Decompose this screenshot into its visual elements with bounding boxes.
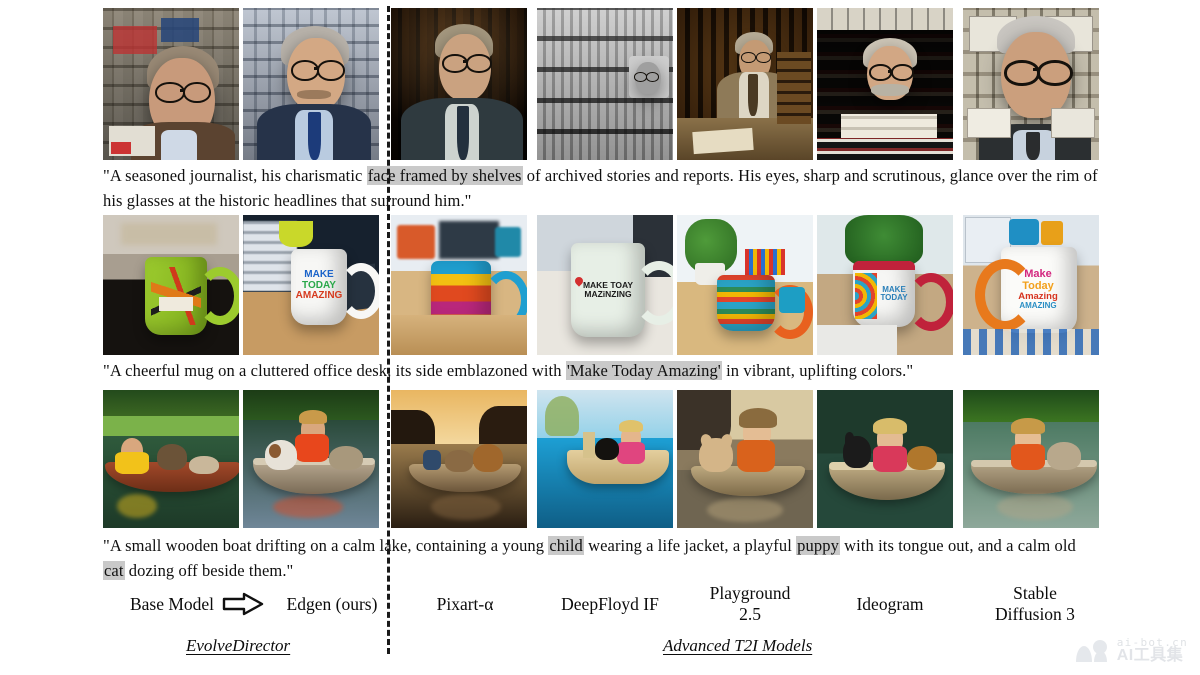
caption-mug: "A cheerful mug on a cluttered office de… <box>103 358 1101 383</box>
image-cell-boat-pixart-alpha[interactable] <box>391 390 527 528</box>
watermark-logo-icon <box>1074 638 1110 664</box>
image-cell-boat-base-model[interactable] <box>103 390 239 528</box>
image-cell-boat-deepfloyd-if[interactable] <box>537 390 673 528</box>
column-label-sd3-line2: Diffusion 3 <box>995 604 1075 624</box>
image-cell-journalist-playground-25[interactable] <box>677 8 813 160</box>
caption-highlight: 'Make Today Amazing' <box>565 361 722 380</box>
image-cell-mug-edgen-ours[interactable]: MAKE TODAY AMAZING <box>243 215 379 355</box>
caption-text-part: wearing a life jacket, a playful <box>583 536 797 555</box>
caption-text-part: "A seasoned journalist, his charismatic <box>103 166 367 185</box>
caption-text-part: in vibrant, uplifting colors." <box>721 361 914 380</box>
caption-journalist: "A seasoned journalist, his charismatic … <box>103 163 1101 213</box>
caption-highlight: cat <box>103 561 125 580</box>
caption-boat: "A small wooden boat drifting on a calm … <box>103 533 1101 583</box>
caption-text-part: with its tongue out, and a calm old <box>839 536 1076 555</box>
image-cell-journalist-pixart-alpha[interactable] <box>391 8 527 160</box>
image-cell-mug-deepfloyd-if[interactable]: MAKE TOAY MAZiNZING <box>537 215 673 355</box>
watermark: ai-bot.cn AI工具集 <box>1074 637 1188 665</box>
watermark-line2: AI工具集 <box>1116 647 1184 665</box>
column-label-row: Base Model Edgen (ours) Pixart-α DeepFlo… <box>0 583 1200 648</box>
image-row-mug: MAKE TODAY AMAZING MAKE TOAY MAZiNZING M… <box>103 215 1099 355</box>
group-label-advanced-t2i-models: Advanced T2I Models <box>663 636 813 655</box>
column-label-stable-diffusion-3: Stable Diffusion 3 <box>955 583 1115 625</box>
column-label-playground-line2: 2.5 <box>739 604 761 624</box>
image-cell-boat-playground-25[interactable] <box>677 390 813 528</box>
image-cell-mug-base-model[interactable] <box>103 215 239 355</box>
column-label-sd3-line1: Stable <box>1013 583 1057 603</box>
column-label-playground-line1: Playground <box>709 583 791 603</box>
column-label-base-model: Base Model <box>129 594 215 614</box>
column-label-pixart: Pixart-α <box>436 594 494 614</box>
image-cell-journalist-base-model[interactable] <box>103 8 239 160</box>
image-cell-mug-stable-diffusion-3[interactable]: Make Today Amazing AMAZING <box>963 215 1099 355</box>
column-label-edgen: Edgen (ours) <box>286 594 378 614</box>
figure-qualitative-comparison: "A seasoned journalist, his charismatic … <box>0 0 1200 675</box>
image-cell-boat-stable-diffusion-3[interactable] <box>963 390 1099 528</box>
image-cell-journalist-deepfloyd-if[interactable] <box>537 8 673 160</box>
arrow-right-icon <box>222 592 264 616</box>
image-cell-mug-ideogram[interactable]: MAKE TODAY <box>817 215 953 355</box>
image-row-boat <box>103 390 1099 528</box>
caption-text-part: "A small wooden boat drifting on a calm … <box>103 536 549 555</box>
column-label-playground: Playground 2.5 <box>680 583 820 625</box>
image-cell-boat-edgen-ours[interactable] <box>243 390 379 528</box>
method-group-divider <box>387 6 390 654</box>
image-cell-mug-playground-25[interactable] <box>677 215 813 355</box>
image-row-journalist <box>103 8 1099 160</box>
image-cell-journalist-ideogram[interactable] <box>817 8 953 160</box>
column-label-ideogram: Ideogram <box>856 594 924 614</box>
group-label-evolvedirector: EvolveDirector <box>186 636 291 655</box>
caption-text-part: "A cheerful mug on a cluttered office de… <box>103 361 566 380</box>
caption-text-part: dozing off beside them." <box>124 561 294 580</box>
image-cell-boat-ideogram[interactable] <box>817 390 953 528</box>
image-cell-journalist-edgen-ours[interactable] <box>243 8 379 160</box>
image-cell-mug-pixart-alpha[interactable] <box>391 215 527 355</box>
image-cell-journalist-stable-diffusion-3[interactable] <box>963 8 1099 160</box>
column-label-deepfloyd: DeepFloyd IF <box>561 594 659 614</box>
caption-highlight: child <box>548 536 584 555</box>
caption-highlight: face framed by shelves <box>366 166 523 185</box>
caption-highlight: puppy <box>796 536 840 555</box>
